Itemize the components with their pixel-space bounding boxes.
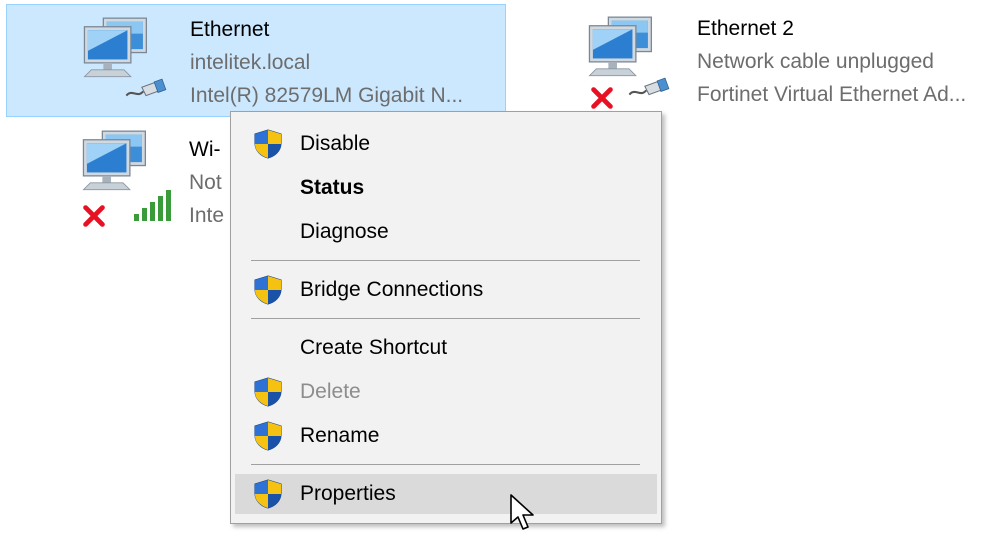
adapter-device: Fortinet Virtual Ethernet Ad... <box>697 83 967 106</box>
network-cable-icon <box>628 76 670 102</box>
error-x-icon <box>82 204 106 228</box>
wifi-signal-bars-icon <box>134 190 171 221</box>
error-x-icon <box>590 86 614 110</box>
context-menu: Disable Status Diagnose Bridge Connectio… <box>230 111 662 524</box>
network-cable-icon <box>125 77 167 103</box>
menu-item-label: Bridge Connections <box>300 278 484 301</box>
menu-separator <box>251 464 640 465</box>
adapter-device: Intel(R) 82579LM Gigabit N... <box>190 84 464 107</box>
menu-item-label: Diagnose <box>300 220 389 243</box>
menu-separator <box>251 260 640 261</box>
menu-item-delete[interactable]: Delete <box>235 372 657 412</box>
menu-item-label: Status <box>300 176 365 199</box>
adapter-name: Ethernet <box>190 18 270 41</box>
adapter-name: Ethernet 2 <box>697 17 794 40</box>
menu-item-label: Delete <box>300 380 361 403</box>
menu-item-disable[interactable]: Disable <box>235 124 657 164</box>
menu-item-label: Disable <box>300 132 371 155</box>
adapter-ethernet[interactable]: Ethernet intelitek.local Intel(R) 82579L… <box>6 4 506 117</box>
menu-item-create-shortcut[interactable]: Create Shortcut <box>235 328 657 368</box>
adapter-status: Not <box>189 171 222 194</box>
uac-shield-icon <box>253 129 283 159</box>
menu-item-label: Properties <box>300 482 396 505</box>
adapter-status: Network cable unplugged <box>697 50 934 73</box>
menu-item-status[interactable]: Status <box>235 168 657 208</box>
menu-item-bridge-connections[interactable]: Bridge Connections <box>235 270 657 310</box>
uac-shield-icon <box>253 377 283 407</box>
menu-item-label: Rename <box>300 424 380 447</box>
uac-shield-icon <box>253 275 283 305</box>
menu-item-properties[interactable]: Properties <box>235 474 657 514</box>
menu-item-diagnose[interactable]: Diagnose <box>235 212 657 252</box>
menu-item-rename[interactable]: Rename <box>235 416 657 456</box>
uac-shield-icon <box>253 421 283 451</box>
menu-separator <box>251 318 640 319</box>
adapter-network: intelitek.local <box>190 51 311 74</box>
adapter-name: Wi- <box>189 138 221 161</box>
uac-shield-icon <box>253 479 283 509</box>
adapter-ethernet-2[interactable]: Ethernet 2 Network cable unplugged Forti… <box>586 4 1001 117</box>
menu-item-label: Create Shortcut <box>300 336 448 359</box>
adapter-wifi[interactable]: Wi- Not Inte <box>6 118 266 231</box>
mouse-cursor-icon <box>510 494 534 530</box>
adapter-device: Inte <box>189 204 225 227</box>
